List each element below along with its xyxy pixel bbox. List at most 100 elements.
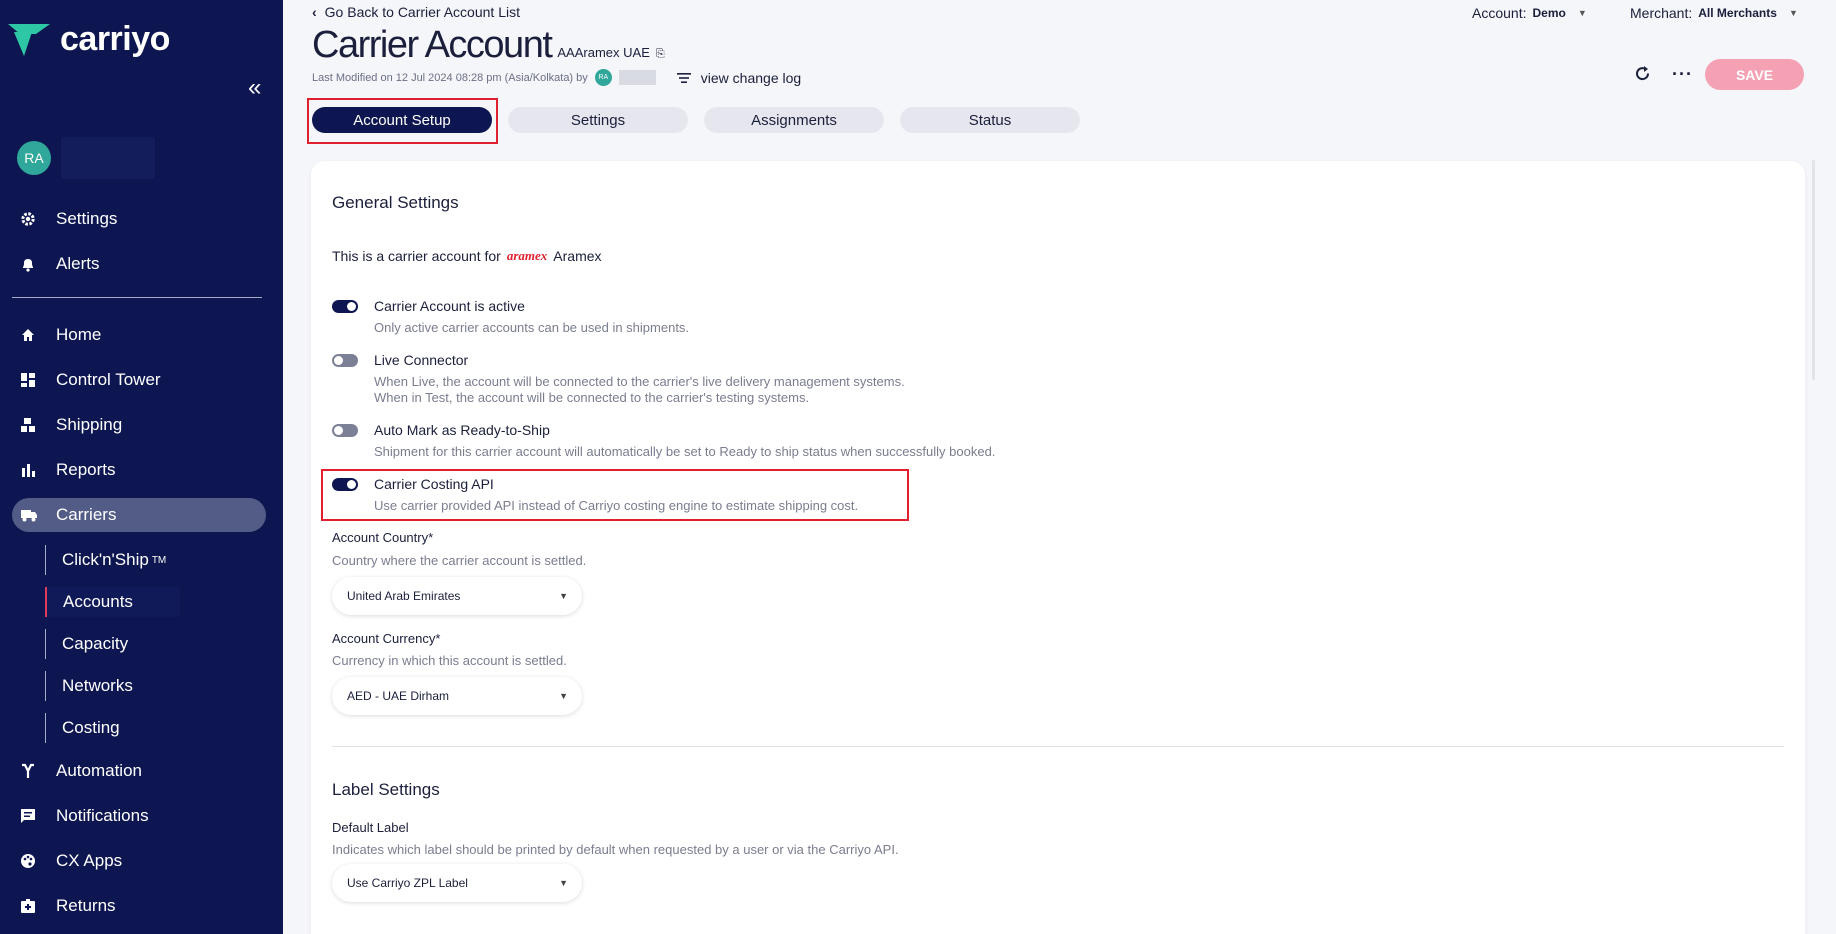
bar-chart-icon xyxy=(20,462,56,478)
settings-card xyxy=(311,161,1805,934)
automation-icon xyxy=(20,763,56,779)
sidebar-subitem-accounts[interactable]: Accounts xyxy=(45,587,180,617)
caret-down-icon: ▼ xyxy=(1577,8,1587,18)
refresh-icon[interactable] xyxy=(1634,65,1651,87)
sidebar-item-notifications[interactable]: Notifications xyxy=(12,799,266,833)
general-settings-title: General Settings xyxy=(332,193,459,212)
account-value: Demo xyxy=(1532,6,1566,20)
sidebar-item-label: Control Tower xyxy=(56,370,161,389)
user-name-redacted xyxy=(61,137,155,179)
dashboard-icon xyxy=(20,372,56,388)
tab-settings[interactable]: Settings xyxy=(508,107,688,133)
tab-assignments[interactable]: Assignments xyxy=(704,107,884,133)
sidebar-item-label: Automation xyxy=(56,761,142,780)
sidebar-item-home[interactable]: Home xyxy=(12,318,266,352)
sidebar-item-label: Shipping xyxy=(56,415,123,434)
toggle-carrier-account-active[interactable] xyxy=(332,300,358,313)
sidebar-item-label: Notifications xyxy=(56,806,149,825)
boxes-icon xyxy=(20,417,56,433)
back-link[interactable]: ‹ Go Back to Carrier Account List xyxy=(312,4,520,20)
country-help: Country where the carrier account is set… xyxy=(332,553,587,568)
user-profile[interactable]: RA xyxy=(17,137,155,179)
last-modified: Last Modified on 12 Jul 2024 08:28 pm (A… xyxy=(312,69,801,86)
sidebar-item-label: Carriers xyxy=(56,505,117,524)
back-link-label: Go Back to Carrier Account List xyxy=(324,4,520,20)
list-icon xyxy=(676,72,691,83)
scrollbar[interactable] xyxy=(1812,160,1815,380)
avatar: RA xyxy=(17,141,51,175)
toggle-help-2: When in Test, the account will be connec… xyxy=(374,390,810,405)
trademark-mark: TM xyxy=(151,554,167,566)
sidebar-item-shipping[interactable]: Shipping xyxy=(12,408,266,442)
default-label-select[interactable]: Use Carriyo ZPL Label ▼ xyxy=(332,864,582,902)
chat-icon xyxy=(20,808,56,824)
toggle-help: Only active carrier accounts can be used… xyxy=(374,320,690,335)
sidebar-item-alerts[interactable]: Alerts xyxy=(12,247,266,281)
sidebar-item-label: Alerts xyxy=(56,254,100,273)
bell-icon xyxy=(20,256,56,272)
toggle-auto-ready-to-ship[interactable] xyxy=(332,424,358,437)
toggle-label: Auto Mark as Ready-to-Ship xyxy=(374,422,550,438)
sidebar-subitem-label: Click'n'Ship xyxy=(62,550,149,569)
home-icon xyxy=(20,327,56,343)
caret-down-icon: ▼ xyxy=(1788,8,1798,18)
sidebar-item-label: Reports xyxy=(56,460,116,479)
caret-down-icon: ▼ xyxy=(559,691,568,701)
sidebar-subitem-label: Networks xyxy=(62,676,133,695)
change-log-label: view change log xyxy=(700,69,802,86)
page-title: Carrier Account xyxy=(312,24,553,66)
currency-label: Account Currency* xyxy=(332,631,441,646)
caret-down-icon: ▼ xyxy=(559,591,568,601)
tab-status[interactable]: Status xyxy=(900,107,1080,133)
toggle-knob xyxy=(347,302,356,311)
sidebar-item-label: Home xyxy=(56,325,102,344)
more-options-icon[interactable]: ··· xyxy=(1672,64,1693,85)
sidebar-item-label: CX Apps xyxy=(56,851,123,870)
country-select-value: United Arab Emirates xyxy=(347,589,461,603)
palette-icon xyxy=(20,853,56,869)
carriyo-logo[interactable]: carriyo xyxy=(6,20,170,59)
view-change-log-link[interactable]: view change log xyxy=(676,69,802,86)
toggle-live-connector[interactable] xyxy=(332,354,358,367)
title-row: Carrier Account AAAramex UAE ⎘ xyxy=(312,24,665,67)
sidebar-subitem-costing[interactable]: Costing xyxy=(45,713,180,743)
chevron-left-icon: ‹ xyxy=(312,4,317,20)
sidebar-divider xyxy=(12,297,262,298)
last-modified-text: Last Modified on 12 Jul 2024 08:28 pm (A… xyxy=(312,71,588,84)
sidebar-item-carriers[interactable]: Carriers xyxy=(12,498,266,532)
sidebar-subitem-clicknship[interactable]: Click'n'Ship TM xyxy=(45,545,180,575)
returns-icon xyxy=(20,898,56,914)
logo-text: carriyo xyxy=(60,20,170,58)
sidebar-item-control-tower[interactable]: Control Tower xyxy=(12,363,266,397)
account-selector[interactable]: Account: Demo ▼ xyxy=(1472,5,1587,21)
copy-icon[interactable]: ⎘ xyxy=(656,48,665,61)
toggle-label: Carrier Account is active xyxy=(374,298,525,314)
sidebar-item-returns[interactable]: Returns xyxy=(12,889,266,923)
caret-down-icon: ▼ xyxy=(559,878,568,888)
merchant-label: Merchant: xyxy=(1630,5,1693,21)
sidebar-item-reports[interactable]: Reports xyxy=(12,453,266,487)
sidebar-item-settings[interactable]: Settings xyxy=(12,202,266,236)
merchant-selector[interactable]: Merchant: All Merchants ▼ xyxy=(1630,5,1798,21)
currency-select[interactable]: AED - UAE Dirham ▼ xyxy=(332,677,582,715)
default-label-help: Indicates which label should be printed … xyxy=(332,842,899,857)
sidebar-subitem-networks[interactable]: Networks xyxy=(45,671,180,701)
toggle-label: Live Connector xyxy=(374,352,469,368)
save-button[interactable]: SAVE xyxy=(1705,59,1804,90)
sidebar-item-cx-apps[interactable]: CX Apps xyxy=(12,844,266,878)
toggle-help: When Live, the account will be connected… xyxy=(374,374,905,389)
sidebar-item-automation[interactable]: Automation xyxy=(12,754,266,788)
gear-icon xyxy=(20,211,56,227)
country-select[interactable]: United Arab Emirates ▼ xyxy=(332,577,582,615)
toggle-knob xyxy=(334,426,343,435)
sidebar-item-label: Returns xyxy=(56,896,116,915)
sidebar-subitem-capacity[interactable]: Capacity xyxy=(45,629,180,659)
sidebar-subitem-label: Costing xyxy=(62,718,120,737)
sidebar-subitem-label: Accounts xyxy=(63,592,133,611)
collapse-sidebar-icon[interactable]: « xyxy=(248,74,261,102)
modifier-name-redacted xyxy=(618,70,656,85)
currency-select-value: AED - UAE Dirham xyxy=(347,689,450,703)
sidebar-subitem-label: Capacity xyxy=(62,634,129,653)
highlight-box-costing xyxy=(321,469,909,521)
currency-help: Currency in which this account is settle… xyxy=(332,653,567,668)
